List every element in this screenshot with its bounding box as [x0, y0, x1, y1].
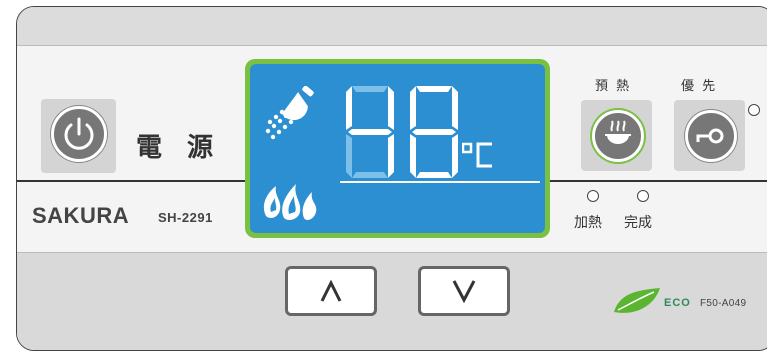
digit-8: [410, 86, 458, 178]
preheat-label: 預 熱: [595, 79, 632, 94]
chevron-up-icon: [320, 279, 342, 302]
leaf-icon: [614, 288, 660, 313]
done-led: [637, 190, 649, 202]
key-icon: [685, 110, 737, 162]
shower-icon: [265, 86, 314, 140]
done-label: 完成: [624, 215, 652, 231]
heating-label: 加熱: [574, 215, 602, 231]
heating-led: [587, 190, 599, 202]
eco-label: ECO: [664, 297, 691, 309]
temperature-unit: oC: [462, 140, 496, 170]
up-button[interactable]: [285, 266, 377, 316]
power-button[interactable]: [41, 99, 116, 173]
flame-icon: [263, 184, 317, 220]
display-frame: 48 oC: [245, 59, 550, 238]
brand-name: SAKURA: [32, 203, 130, 228]
display-underline: [340, 181, 540, 183]
divider-left: [17, 180, 245, 182]
preheat-button[interactable]: [581, 100, 652, 171]
model-number: SH-2291: [158, 210, 213, 225]
power-icon: [51, 106, 107, 162]
down-button[interactable]: [418, 266, 510, 316]
divider-right: [550, 180, 767, 182]
power-label: 電 源: [136, 133, 222, 163]
digit-4: [346, 86, 394, 178]
lcd-screen: 48 oC: [250, 64, 545, 233]
priority-button[interactable]: [674, 100, 745, 171]
priority-led: [748, 104, 760, 116]
eco-model: F50-A049: [700, 298, 747, 309]
priority-label: 優 先: [681, 79, 718, 94]
top-band: [17, 7, 767, 46]
chevron-down-icon: [452, 280, 476, 304]
bowl-steam-icon: [592, 110, 644, 162]
